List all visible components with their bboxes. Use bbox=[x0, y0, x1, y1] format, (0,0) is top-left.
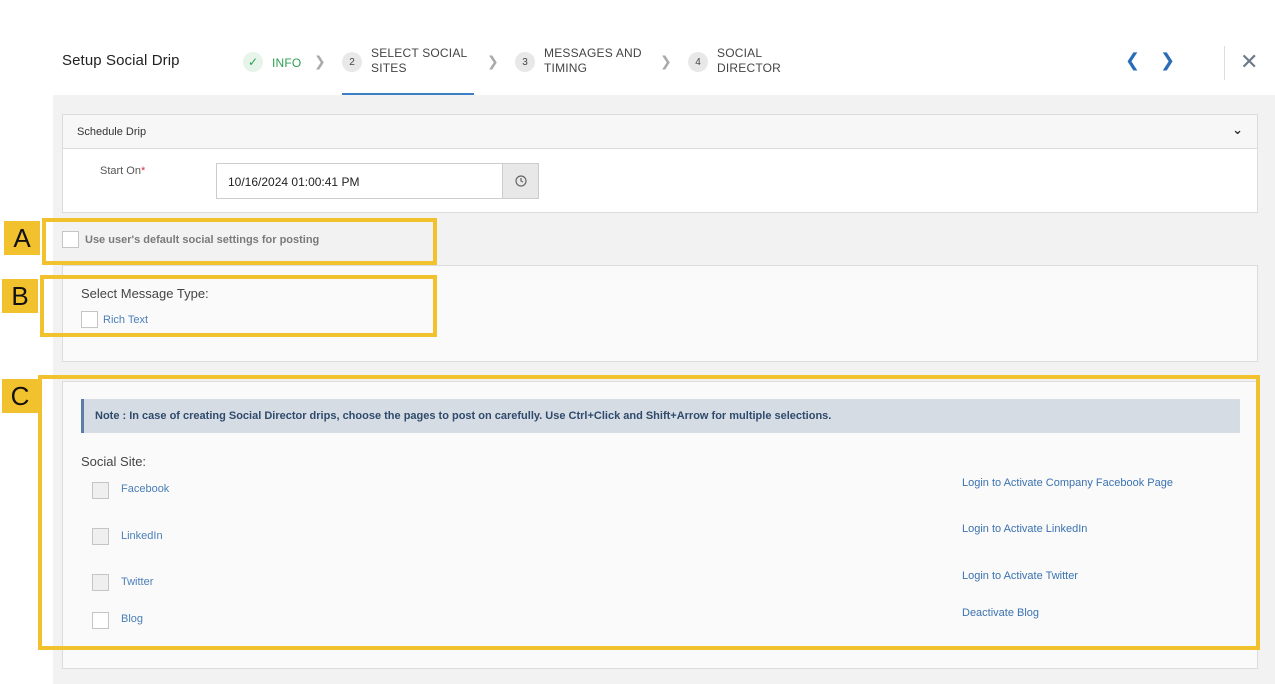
next-step-icon[interactable]: ❯ bbox=[1160, 50, 1175, 71]
start-on-text: Start On bbox=[100, 165, 141, 177]
start-on-input[interactable]: 10/16/2024 01:00:41 PM bbox=[216, 163, 539, 199]
chevron-down-icon[interactable]: ⌄ bbox=[1232, 122, 1243, 138]
chevron-right-icon: ❯ bbox=[660, 53, 672, 69]
step-label: MESSAGES AND TIMING bbox=[544, 46, 642, 76]
step-select-social-sites[interactable]: 2 SELECT SOCIAL SITES bbox=[342, 46, 467, 96]
step-info[interactable]: ✓ INFO bbox=[243, 46, 301, 96]
wizard-header: Setup Social Drip ✓ INFO ❯ 2 SELECT SOCI… bbox=[0, 0, 1275, 95]
divider bbox=[1224, 46, 1225, 80]
step-label-line: TIMING bbox=[544, 61, 588, 75]
start-on-label: Start On* bbox=[100, 165, 145, 177]
step-label-line: SELECT SOCIAL bbox=[371, 46, 468, 60]
app-root: Setup Social Drip ✓ INFO ❯ 2 SELECT SOCI… bbox=[0, 0, 1275, 684]
close-icon[interactable]: ✕ bbox=[1240, 49, 1258, 75]
check-icon: ✓ bbox=[243, 52, 263, 72]
start-on-value: 10/16/2024 01:00:41 PM bbox=[228, 175, 360, 189]
schedule-drip-title: Schedule Drip bbox=[77, 126, 147, 138]
step-social-director[interactable]: 4 SOCIAL DIRECTOR bbox=[688, 46, 781, 96]
step-label-line: SITES bbox=[371, 61, 407, 75]
step-number: 2 bbox=[342, 52, 362, 72]
step-info-label: INFO bbox=[272, 56, 302, 70]
annotation-box-c bbox=[38, 375, 1260, 650]
chevron-right-icon: ❯ bbox=[487, 53, 499, 69]
step-label-line: SOCIAL bbox=[717, 46, 763, 60]
previous-step-icon[interactable]: ❮ bbox=[1125, 50, 1140, 71]
schedule-drip-header[interactable]: Schedule Drip ⌄ bbox=[63, 115, 1257, 149]
step-label-line: MESSAGES AND bbox=[544, 46, 642, 60]
required-mark: * bbox=[140, 165, 146, 177]
annotation-tag-b: B bbox=[2, 279, 38, 313]
chevron-right-icon: ❯ bbox=[314, 53, 326, 69]
step-messages-and-timing[interactable]: 3 MESSAGES AND TIMING bbox=[515, 46, 642, 96]
step-label: SOCIAL DIRECTOR bbox=[717, 46, 781, 76]
annotation-tag-c: C bbox=[2, 379, 38, 413]
clock-icon[interactable] bbox=[502, 164, 538, 198]
step-number: 3 bbox=[515, 52, 535, 72]
annotation-box-a bbox=[42, 218, 437, 265]
step-label: SELECT SOCIAL SITES bbox=[371, 46, 467, 76]
step-number: 4 bbox=[688, 52, 708, 72]
annotation-tag-a: A bbox=[4, 221, 40, 255]
annotation-box-b bbox=[40, 275, 437, 337]
step-label-line: DIRECTOR bbox=[717, 61, 782, 75]
page-title: Setup Social Drip bbox=[62, 52, 180, 69]
